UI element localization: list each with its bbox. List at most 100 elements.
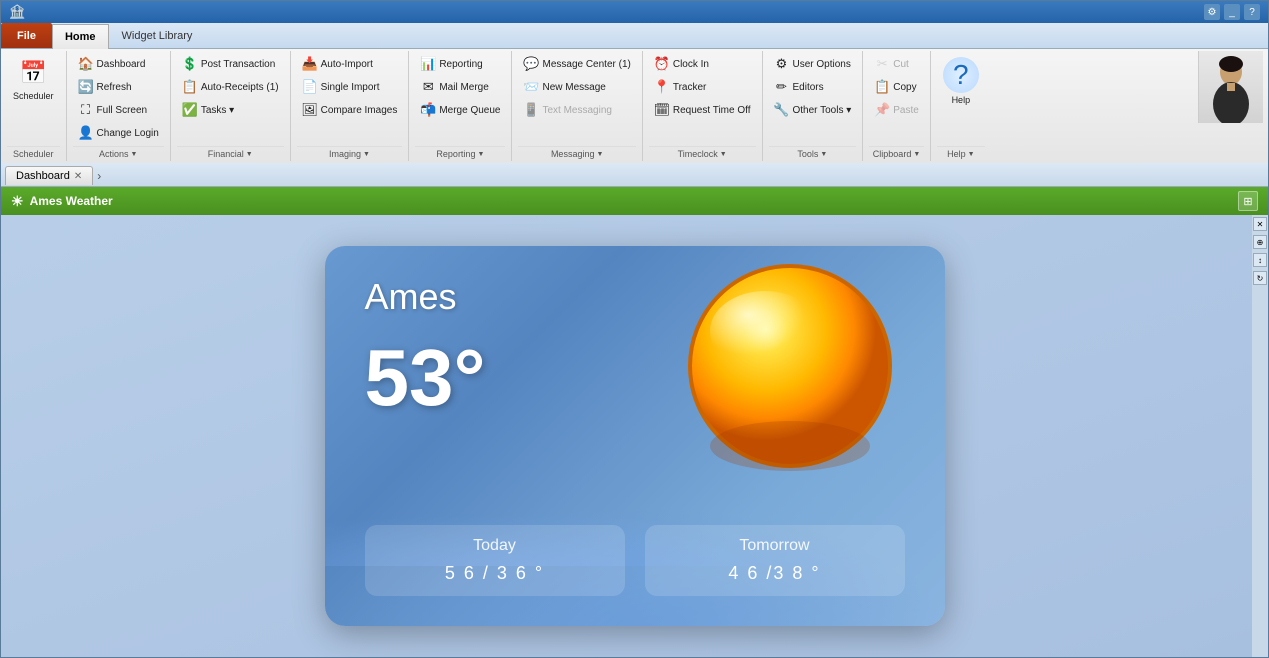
imaging-col: 📥 Auto-Import 📄 Single Import 🖼 Compare … bbox=[297, 53, 403, 121]
tools-expand-icon[interactable]: ▼ bbox=[820, 151, 827, 158]
clipboard-expand-icon[interactable]: ▼ bbox=[913, 151, 920, 158]
scroll-settings[interactable]: ↻ bbox=[1253, 271, 1267, 285]
right-scrollbar: ✕ ⊕ ↕ ↻ bbox=[1252, 215, 1268, 657]
scroll-zoom-out[interactable]: ↕ bbox=[1253, 253, 1267, 267]
tracker-icon: 📍 bbox=[654, 79, 670, 95]
ribbon-group-messaging: 💬 Message Center (1) 📨 New Message 📱 Tex… bbox=[512, 51, 642, 161]
reporting-items: 📊 Reporting ✉ Mail Merge 📬 Merge Queue bbox=[415, 53, 505, 144]
forecast-row: Today 5 6 / 3 6 ° Tomorrow 4 6 /3 8 ° bbox=[365, 525, 905, 596]
settings-icon-button[interactable]: ⚙ bbox=[1204, 4, 1220, 20]
request-time-off-button[interactable]: 🗓 Request Time Off bbox=[649, 99, 756, 121]
ribbon-group-clipboard: ✂ Cut 📋 Copy 📌 Paste Clipboard ▼ bbox=[863, 51, 931, 161]
full-screen-button[interactable]: ⛶ Full Screen bbox=[73, 99, 164, 121]
paste-icon: 📌 bbox=[874, 102, 890, 118]
clock-in-button[interactable]: ⏰ Clock In bbox=[649, 53, 756, 75]
message-center-button[interactable]: 💬 Message Center (1) bbox=[518, 53, 635, 75]
tasks-dropdown-button[interactable]: ✅ Tasks ▾ bbox=[177, 99, 284, 121]
imaging-items: 📥 Auto-Import 📄 Single Import 🖼 Compare … bbox=[297, 53, 403, 144]
imaging-group-label: Imaging ▼ bbox=[297, 146, 403, 161]
help-icon: ? bbox=[943, 57, 979, 93]
today-temps: 5 6 / 3 6 ° bbox=[385, 563, 605, 584]
reporting-expand-icon[interactable]: ▼ bbox=[477, 151, 484, 158]
messaging-group-label: Messaging ▼ bbox=[518, 146, 635, 161]
merge-queue-button[interactable]: 📬 Merge Queue bbox=[415, 99, 505, 121]
actions-expand-icon[interactable]: ▼ bbox=[130, 151, 137, 158]
editors-button[interactable]: ✏ Editors bbox=[769, 76, 857, 98]
sun-svg bbox=[685, 261, 895, 471]
widget-grid-button[interactable]: ⊞ bbox=[1238, 191, 1258, 211]
help-title-button[interactable]: ? bbox=[1244, 4, 1260, 20]
cut-button: ✂ Cut bbox=[869, 53, 924, 75]
app-icon: 🏦 bbox=[9, 4, 25, 20]
tools-group-label: Tools ▼ bbox=[769, 146, 857, 161]
message-center-icon: 💬 bbox=[523, 56, 539, 72]
minimize-button[interactable]: _ bbox=[1224, 4, 1240, 20]
help-button[interactable]: ? Help bbox=[937, 53, 985, 109]
scroll-up-arrow[interactable]: ✕ bbox=[1253, 217, 1267, 231]
dashboard-icon: 🏠 bbox=[78, 56, 94, 72]
compare-images-icon: 🖼 bbox=[302, 102, 318, 118]
tracker-button[interactable]: 📍 Tracker bbox=[649, 76, 756, 98]
widget-controls: ⊞ bbox=[1238, 191, 1258, 211]
merge-queue-icon: 📬 bbox=[420, 102, 436, 118]
messaging-expand-icon[interactable]: ▼ bbox=[596, 151, 603, 158]
scheduler-button[interactable]: 📅 Scheduler bbox=[7, 53, 60, 105]
scheduler-items: 📅 Scheduler bbox=[7, 53, 60, 144]
timeclock-col: ⏰ Clock In 📍 Tracker 🗓 Request Time Off bbox=[649, 53, 756, 121]
user-options-button[interactable]: ⚙ User Options bbox=[769, 53, 857, 75]
imaging-expand-icon[interactable]: ▼ bbox=[363, 151, 370, 158]
fullscreen-icon: ⛶ bbox=[78, 102, 94, 118]
compare-images-button[interactable]: 🖼 Compare Images bbox=[297, 99, 403, 121]
refresh-icon: 🔄 bbox=[78, 79, 94, 95]
scroll-zoom-in[interactable]: ⊕ bbox=[1253, 235, 1267, 249]
actions-group-label: Actions ▼ bbox=[73, 146, 164, 161]
ribbon-group-tools: ⚙ User Options ✏ Editors 🔧 Other Tools ▾… bbox=[763, 51, 864, 161]
sun-graphic bbox=[685, 261, 895, 474]
tasks-dropdown-icon: ✅ bbox=[182, 102, 198, 118]
dashboard-tab[interactable]: Dashboard ✕ bbox=[5, 166, 93, 185]
post-transaction-icon: 💲 bbox=[182, 56, 198, 72]
widget-header: ☀ Ames Weather ⊞ bbox=[1, 187, 1268, 215]
reporting-group-label: Reporting ▼ bbox=[415, 146, 505, 161]
timeclock-group-label: Timeclock ▼ bbox=[649, 146, 756, 161]
request-time-off-icon: 🗓 bbox=[654, 102, 670, 118]
change-login-icon: 👤 bbox=[78, 125, 94, 141]
tab-file[interactable]: File bbox=[1, 23, 52, 48]
help-label: Help bbox=[952, 95, 971, 105]
reporting-icon: 📊 bbox=[420, 56, 436, 72]
ribbon-content: 📅 Scheduler Scheduler 🏠 Dashboard 🔄 bbox=[1, 49, 1268, 163]
new-message-icon: 📨 bbox=[523, 79, 539, 95]
ribbon-group-actions: 🏠 Dashboard 🔄 Refresh ⛶ Full Screen 👤 Ch… bbox=[67, 51, 171, 161]
ribbon-tabs: File Home Widget Library bbox=[1, 23, 1268, 49]
single-import-button[interactable]: 📄 Single Import bbox=[297, 76, 403, 98]
title-bar: 🏦 ⚙ _ ? bbox=[1, 1, 1268, 23]
change-login-button[interactable]: 👤 Change Login bbox=[73, 122, 164, 144]
tab-widget-library[interactable]: Widget Library bbox=[109, 23, 206, 48]
post-transaction-button[interactable]: 💲 Post Transaction bbox=[177, 53, 284, 75]
tab-scroll-right[interactable]: › bbox=[97, 169, 101, 183]
content-area: ☀ Ames Weather ⊞ ✕ ⊕ ↕ ↻ bbox=[1, 187, 1268, 657]
reporting-button[interactable]: 📊 Reporting bbox=[415, 53, 505, 75]
financial-items: 💲 Post Transaction 📋 Auto-Receipts (1) ✅… bbox=[177, 53, 284, 144]
reporting-col: 📊 Reporting ✉ Mail Merge 📬 Merge Queue bbox=[415, 53, 505, 121]
financial-expand-icon[interactable]: ▼ bbox=[246, 151, 253, 158]
auto-receipts-button[interactable]: 📋 Auto-Receipts (1) bbox=[177, 76, 284, 98]
dashboard-tab-close[interactable]: ✕ bbox=[74, 171, 82, 182]
other-tools-button[interactable]: 🔧 Other Tools ▾ bbox=[769, 99, 857, 121]
timeclock-expand-icon[interactable]: ▼ bbox=[720, 151, 727, 158]
cut-icon: ✂ bbox=[874, 56, 890, 72]
tab-home[interactable]: Home bbox=[52, 24, 109, 49]
refresh-button[interactable]: 🔄 Refresh bbox=[73, 76, 164, 98]
new-message-button[interactable]: 📨 New Message bbox=[518, 76, 635, 98]
tab-bar: Dashboard ✕ › bbox=[1, 163, 1268, 187]
clock-in-icon: ⏰ bbox=[654, 56, 670, 72]
auto-import-button[interactable]: 📥 Auto-Import bbox=[297, 53, 403, 75]
copy-button[interactable]: 📋 Copy bbox=[869, 76, 924, 98]
ribbon-group-imaging: 📥 Auto-Import 📄 Single Import 🖼 Compare … bbox=[291, 51, 410, 161]
widget-sun-icon: ☀ bbox=[11, 193, 24, 210]
clipboard-items: ✂ Cut 📋 Copy 📌 Paste bbox=[869, 53, 924, 144]
messaging-items: 💬 Message Center (1) 📨 New Message 📱 Tex… bbox=[518, 53, 635, 144]
help-expand-icon[interactable]: ▼ bbox=[968, 151, 975, 158]
dashboard-button[interactable]: 🏠 Dashboard bbox=[73, 53, 164, 75]
mail-merge-button[interactable]: ✉ Mail Merge bbox=[415, 76, 505, 98]
